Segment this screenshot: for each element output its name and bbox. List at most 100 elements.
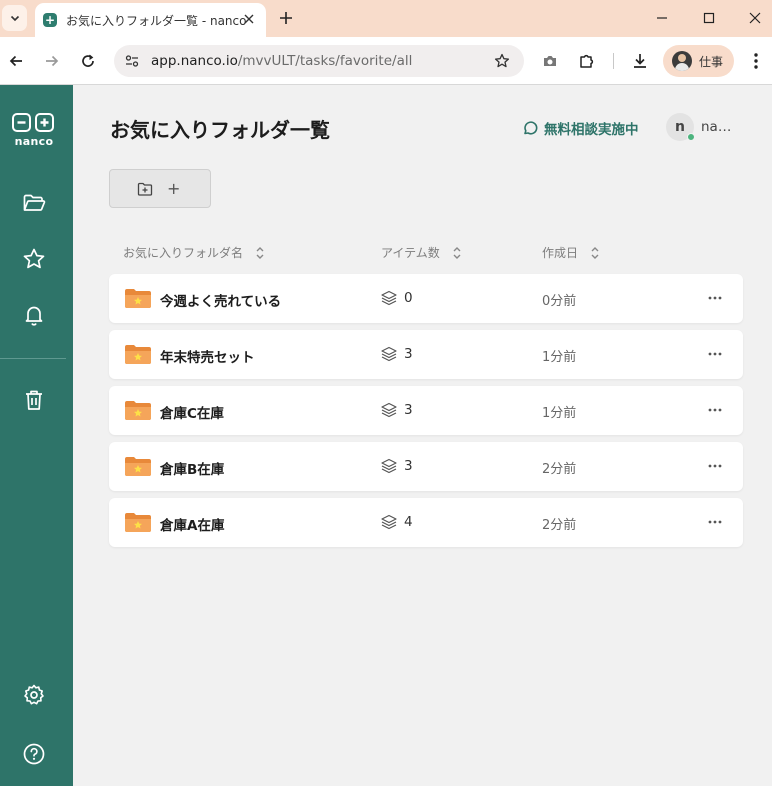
star-outline-icon: [494, 53, 510, 68]
site-info-icon[interactable]: [122, 51, 142, 71]
close-icon: [749, 12, 761, 24]
profile-button[interactable]: 仕事: [663, 45, 734, 77]
layers-icon: [381, 402, 397, 418]
sidebar-item-settings[interactable]: [21, 682, 47, 708]
column-header-created[interactable]: 作成日: [542, 244, 600, 261]
browser-toolbar: app.nanco.io/mvvULT/tasks/favorite/all 仕…: [0, 37, 772, 85]
item-count: 4: [404, 514, 413, 530]
column-label: 作成日: [542, 246, 579, 260]
sidebar-item-folders[interactable]: [21, 190, 47, 216]
page-title: お気に入りフォルダ一覧: [110, 118, 330, 142]
layers-icon: [381, 514, 397, 530]
logo-text: nanco: [14, 135, 54, 148]
back-button[interactable]: [4, 49, 28, 73]
close-icon: [244, 14, 254, 24]
sort-icon: [590, 246, 600, 260]
column-label: アイテム数: [381, 246, 440, 260]
arrow-right-icon: [46, 55, 59, 67]
window-close-button[interactable]: [743, 8, 767, 28]
folder-plus-icon: [137, 182, 153, 196]
column-label: お気に入りフォルダ名: [123, 246, 244, 260]
user-avatar: n: [666, 113, 695, 141]
column-header-count[interactable]: アイテム数: [381, 244, 462, 261]
url-path: /mvvULT/tasks/favorite/all: [237, 53, 413, 69]
table-row[interactable]: 年末特売セット 3 1分前: [109, 330, 743, 379]
more-horizontal-icon: [708, 352, 722, 356]
folder-name: 倉庫A在庫: [160, 518, 225, 534]
sort-icon: [255, 246, 265, 260]
forward-button[interactable]: [40, 49, 64, 73]
downloads-button[interactable]: [628, 49, 652, 73]
sidebar-item-notifications[interactable]: [21, 302, 47, 328]
created-time: 2分前: [542, 462, 577, 477]
sort-icon: [452, 246, 462, 260]
layers-icon: [381, 290, 397, 306]
nanco-logo[interactable]: nanco: [12, 113, 58, 149]
layers-icon: [381, 346, 397, 362]
maximize-button[interactable]: [697, 8, 721, 28]
star-icon: [23, 248, 45, 269]
tab-close-button[interactable]: [241, 11, 257, 27]
help-circle-icon: [23, 743, 45, 765]
column-header-name[interactable]: お気に入りフォルダ名: [123, 244, 265, 261]
row-more-button[interactable]: [707, 346, 723, 362]
sidebar-item-help[interactable]: [21, 741, 47, 767]
address-bar[interactable]: app.nanco.io/mvvULT/tasks/favorite/all: [114, 45, 524, 77]
user-menu[interactable]: n na…: [666, 113, 731, 141]
new-tab-button[interactable]: [276, 7, 296, 29]
row-more-button[interactable]: [707, 458, 723, 474]
item-count: 3: [404, 346, 413, 362]
chat-bubble-icon: [524, 121, 538, 135]
minimize-button[interactable]: [650, 8, 674, 28]
minus-icon: [17, 121, 26, 124]
table-row[interactable]: 倉庫B在庫 3 2分前: [109, 442, 743, 491]
puzzle-icon: [580, 54, 594, 68]
profile-name: 仕事: [699, 54, 724, 69]
arrow-left-icon: [9, 55, 22, 67]
consult-link[interactable]: 無料相談実施中: [522, 118, 639, 138]
consult-label: 無料相談実施中: [544, 122, 639, 138]
row-more-button[interactable]: [707, 290, 723, 306]
table-row[interactable]: 今週よく売れている 0 0分前: [109, 274, 743, 323]
sidebar-item-favorites[interactable]: [21, 246, 47, 272]
camera-button[interactable]: [538, 49, 562, 73]
reload-button[interactable]: [76, 49, 100, 73]
sidebar-item-trash[interactable]: [21, 387, 47, 413]
item-count: 3: [404, 402, 413, 418]
created-time: 1分前: [542, 350, 577, 365]
row-more-button[interactable]: [707, 402, 723, 418]
row-more-button[interactable]: [707, 514, 723, 530]
chevron-down-icon: [10, 15, 19, 22]
table-row[interactable]: 倉庫C在庫 3 1分前: [109, 386, 743, 435]
gear-icon: [24, 684, 44, 705]
item-count: 3: [404, 458, 413, 474]
sidebar-divider: [0, 358, 66, 359]
browser-tab-active[interactable]: + お気に入りフォルダ一覧 - nanco: [35, 3, 266, 37]
more-horizontal-icon: [708, 408, 722, 412]
browser-menu-button[interactable]: [744, 49, 768, 73]
folder-name: 倉庫C在庫: [160, 406, 224, 422]
folder-name: 今週よく売れている: [160, 294, 282, 310]
logo-mark: [12, 113, 58, 132]
created-time: 0分前: [542, 294, 577, 309]
folder-name: 年末特売セット: [160, 350, 255, 366]
add-favorite-folder-button[interactable]: +: [109, 169, 211, 208]
reload-icon: [82, 54, 94, 67]
bookmark-button[interactable]: [492, 51, 512, 71]
user-initial: n: [675, 119, 685, 135]
maximize-icon: [703, 12, 715, 24]
folder-name: 倉庫B在庫: [160, 462, 225, 478]
app-sidebar: nanco: [0, 85, 73, 786]
nanco-favicon-icon: +: [43, 13, 57, 27]
profile-avatar: [672, 51, 692, 71]
tab-search-button[interactable]: [2, 5, 27, 31]
logo-minus-box: [12, 113, 31, 132]
browser-tab-strip: + お気に入りフォルダ一覧 - nanco: [0, 0, 772, 37]
download-icon: [634, 54, 646, 68]
extensions-button[interactable]: [575, 49, 599, 73]
logo-plus-box: [35, 113, 54, 132]
favorite-folder-icon: [125, 289, 151, 308]
table-row[interactable]: 倉庫A在庫 4 2分前: [109, 498, 743, 547]
minimize-icon: [657, 17, 667, 19]
created-time: 2分前: [542, 518, 577, 533]
